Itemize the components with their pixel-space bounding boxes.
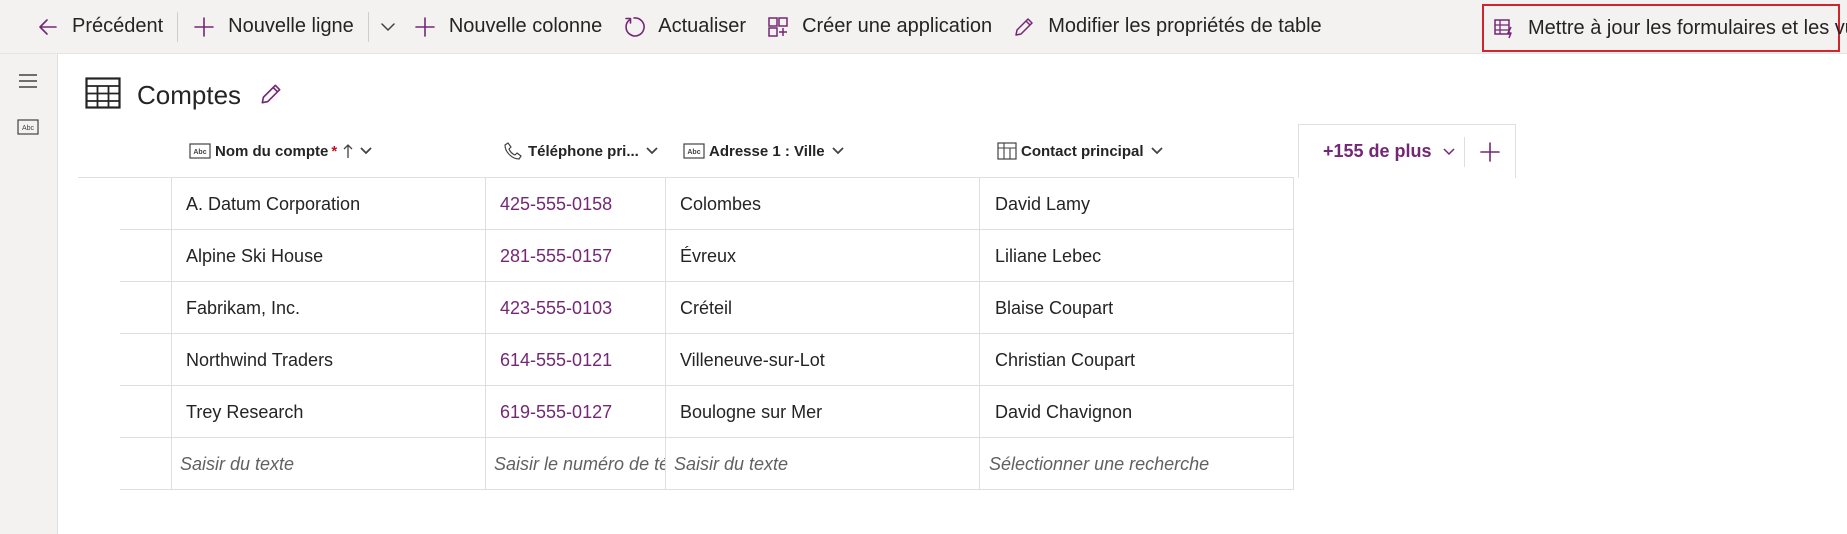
table-row[interactable]: A. Datum Corporation 425-555-0158 Colomb… <box>120 178 1294 230</box>
new-row-button[interactable]: Nouvelle ligne <box>182 0 364 54</box>
sort-ascending-icon <box>343 144 353 158</box>
cell-phone[interactable]: 425-555-0158 <box>486 178 666 230</box>
column-label: Téléphone pri... <box>528 142 639 160</box>
toolbar-divider <box>177 11 179 42</box>
cell-phone[interactable]: 423-555-0103 <box>486 282 666 334</box>
new-column-button[interactable]: Nouvelle colonne <box>403 0 612 54</box>
row-selector[interactable] <box>120 282 172 334</box>
text-field-icon: Abc <box>189 143 211 159</box>
table-icon <box>85 77 121 109</box>
hamburger-menu-icon[interactable] <box>15 70 41 92</box>
left-rail: Abc <box>0 54 58 534</box>
cell-city[interactable]: Boulogne sur Mer <box>666 386 980 438</box>
back-label: Précédent <box>72 15 164 37</box>
cell-account-name[interactable]: Fabrikam, Inc. <box>172 282 486 334</box>
arrow-left-icon <box>39 18 57 35</box>
cell-city[interactable]: Colombes <box>666 178 980 230</box>
edit-table-properties-label: Modifier les propriétés de table <box>1048 15 1322 37</box>
text-field-icon: Abc <box>683 143 705 159</box>
refresh-button[interactable]: Actualiser <box>612 0 756 54</box>
create-app-icon <box>768 16 788 37</box>
svg-text:Abc: Abc <box>193 149 206 156</box>
cell-city[interactable]: Créteil <box>666 282 980 334</box>
toolbar-divider <box>367 11 369 42</box>
column-label: Contact principal <box>1021 142 1144 160</box>
update-forms-and-views-button[interactable]: Mettre à jour les formulaires et les vue… <box>1482 4 1847 52</box>
cell-primary-contact[interactable]: Christian Coupart <box>980 334 1294 386</box>
text-field-icon[interactable]: Abc <box>15 116 41 138</box>
table-row[interactable]: Alpine Ski House 281-555-0157 Évreux Lil… <box>120 230 1294 282</box>
more-columns-area: +155 de plus <box>1298 124 1516 178</box>
table-row[interactable]: Fabrikam, Inc. 423-555-0103 Créteil Blai… <box>120 282 1294 334</box>
required-marker: * <box>331 142 338 160</box>
row-selector[interactable] <box>120 386 172 438</box>
column-header-city[interactable]: Abc Adresse 1 : Ville <box>683 124 845 178</box>
cell-account-name[interactable]: Trey Research <box>172 386 486 438</box>
update-forms-label: Mettre à jour les formulaires et les vue… <box>1528 16 1847 39</box>
more-columns-label: +155 de plus <box>1323 141 1432 161</box>
cell-city[interactable]: Évreux <box>666 230 980 282</box>
plus-icon <box>1480 141 1500 162</box>
cell-account-name[interactable]: Northwind Traders <box>172 334 486 386</box>
new-city-input[interactable]: Saisir du texte <box>666 438 980 490</box>
cell-primary-contact[interactable]: Blaise Coupart <box>980 282 1294 334</box>
new-primary-contact-lookup[interactable]: Sélectionner une recherche <box>980 438 1294 490</box>
edit-title-icon[interactable] <box>258 81 284 107</box>
add-column-button[interactable] <box>1465 125 1515 179</box>
cell-phone[interactable]: 619-555-0127 <box>486 386 666 438</box>
back-button[interactable]: Précédent <box>26 0 173 54</box>
chevron-down-icon <box>646 147 658 155</box>
cell-phone[interactable]: 614-555-0121 <box>486 334 666 386</box>
cell-account-name[interactable]: Alpine Ski House <box>172 230 486 282</box>
chevron-down-icon <box>1150 147 1163 155</box>
more-columns-button[interactable]: +155 de plus <box>1299 125 1464 179</box>
column-header-primary-contact[interactable]: Contact principal <box>997 124 1164 178</box>
cell-primary-contact[interactable]: David Chavignon <box>980 386 1294 438</box>
update-forms-icon <box>1494 19 1512 39</box>
refresh-icon <box>625 16 646 37</box>
lookup-icon <box>997 142 1017 160</box>
new-row[interactable]: Saisir du texte Saisir le numéro de télé… <box>120 438 1294 490</box>
cell-account-name[interactable]: A. Datum Corporation <box>172 178 486 230</box>
phone-icon <box>504 142 522 160</box>
cell-primary-contact[interactable]: David Lamy <box>980 178 1294 230</box>
column-header-phone[interactable]: Téléphone pri... <box>503 124 659 178</box>
row-selector[interactable] <box>120 230 172 282</box>
chevron-down-icon <box>381 22 395 31</box>
page-title: Comptes <box>137 80 242 110</box>
refresh-label: Actualiser <box>658 15 747 37</box>
chevron-down-icon <box>1443 147 1455 155</box>
edit-table-properties-button[interactable]: Modifier les propriétés de table <box>1002 0 1331 54</box>
create-app-button[interactable]: Créer une application <box>756 0 1002 54</box>
column-label: Nom du compte <box>215 142 329 160</box>
new-account-name-input[interactable]: Saisir du texte <box>172 438 486 490</box>
new-row-label: Nouvelle ligne <box>228 15 354 37</box>
column-label: Adresse 1 : Ville <box>709 142 825 160</box>
table-row[interactable]: Trey Research 619-555-0127 Boulogne sur … <box>120 386 1294 438</box>
new-column-label: Nouvelle colonne <box>448 15 603 37</box>
cell-phone[interactable]: 281-555-0157 <box>486 230 666 282</box>
row-selector[interactable] <box>120 438 172 490</box>
column-header-account-name[interactable]: Abc Nom du compte * <box>189 124 373 178</box>
chevron-down-icon <box>360 147 372 155</box>
row-selector[interactable] <box>120 178 172 230</box>
chevron-down-icon <box>831 147 844 155</box>
svg-text:Abc: Abc <box>687 149 700 156</box>
plus-icon <box>194 16 214 37</box>
svg-text:Abc: Abc <box>22 125 35 132</box>
new-row-dropdown-button[interactable] <box>373 0 403 54</box>
row-selector[interactable] <box>120 334 172 386</box>
plus-icon <box>415 16 435 37</box>
new-phone-input[interactable]: Saisir le numéro de téléphone <box>486 438 666 490</box>
table-row[interactable]: Northwind Traders 614-555-0121 Villeneuv… <box>120 334 1294 386</box>
cell-primary-contact[interactable]: Liliane Lebec <box>980 230 1294 282</box>
create-app-label: Créer une application <box>802 15 993 37</box>
cell-city[interactable]: Villeneuve-sur-Lot <box>666 334 980 386</box>
pencil-icon <box>1015 17 1033 36</box>
